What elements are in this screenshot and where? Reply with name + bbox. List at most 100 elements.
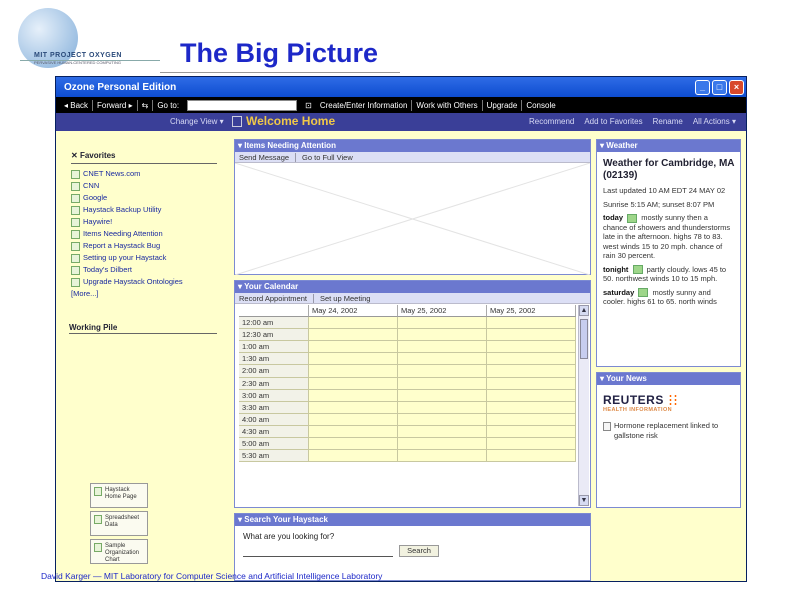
time-slot[interactable]: [487, 317, 576, 330]
time-slot[interactable]: [487, 353, 576, 366]
calendar-toolbar: Record Appointment Set up Meeting: [235, 293, 590, 304]
time-slot[interactable]: [487, 438, 576, 451]
weather-location: Weather for Cambridge, MA (02139): [603, 158, 735, 181]
page-title: Welcome Home: [246, 114, 336, 128]
window-titlebar: Ozone Personal Edition _ □ ×: [56, 77, 746, 97]
refresh-icon[interactable]: ⇆: [138, 101, 153, 110]
news-title: Your News: [606, 374, 647, 383]
reuters-subtitle: HEALTH INFORMATION: [603, 407, 673, 413]
working-pile-item[interactable]: Sample Organization Chart: [90, 539, 148, 564]
minimize-button[interactable]: _: [695, 79, 710, 95]
time-slot[interactable]: [487, 341, 576, 354]
calendar-row: 4:00 am: [239, 413, 577, 426]
time-slot[interactable]: [487, 450, 576, 463]
time-slot[interactable]: [309, 401, 398, 414]
time-slot[interactable]: [309, 438, 398, 451]
send-message-button[interactable]: Send Message: [239, 153, 289, 162]
time-slot[interactable]: [398, 353, 487, 366]
favorite-item[interactable]: CNN: [71, 180, 183, 192]
menu-work-with-others[interactable]: Work with Others: [412, 101, 481, 110]
favorite-item[interactable]: Setting up your Haystack: [71, 252, 183, 264]
time-slot[interactable]: [487, 413, 576, 426]
favorite-item[interactable]: Haystack Backup Utility: [71, 204, 183, 216]
time-slot[interactable]: [309, 353, 398, 366]
scroll-thumb[interactable]: [580, 319, 588, 359]
close-button[interactable]: ×: [729, 79, 744, 95]
time-slot[interactable]: [398, 450, 487, 463]
time-slot[interactable]: [309, 329, 398, 342]
time-slot[interactable]: [398, 389, 487, 402]
goto-input[interactable]: [187, 99, 298, 111]
change-view-button[interactable]: Change View ▾: [170, 117, 224, 126]
calendar-scrollbar[interactable]: ▲ ▼: [578, 305, 589, 506]
all-actions-button[interactable]: All Actions ▾: [693, 117, 736, 126]
create-icon[interactable]: ⊡: [301, 101, 316, 110]
time-slot[interactable]: [309, 425, 398, 439]
empty-placeholder-icon: [235, 163, 590, 275]
slide-title: The Big Picture: [180, 38, 379, 68]
time-slot[interactable]: [398, 317, 487, 330]
favorite-item[interactable]: Google: [71, 192, 183, 204]
time-slot[interactable]: [398, 329, 487, 342]
set-up-meeting-button[interactable]: Set up Meeting: [320, 294, 370, 303]
time-slot[interactable]: [398, 377, 487, 390]
news-item[interactable]: Hormone replacement linked to gallstone …: [603, 421, 734, 440]
close-icon[interactable]: ✕: [71, 151, 78, 160]
time-slot[interactable]: [309, 450, 398, 463]
favorites-more-link[interactable]: [More...]: [71, 288, 183, 300]
time-slot[interactable]: [398, 438, 487, 451]
working-pile-item[interactable]: Haystack Home Page: [90, 483, 148, 508]
add-to-favorites-button[interactable]: Add to Favorites: [584, 117, 642, 126]
time-slot[interactable]: [309, 317, 398, 330]
time-slot[interactable]: [398, 425, 487, 439]
maximize-button[interactable]: □: [712, 79, 727, 95]
time-slot[interactable]: [309, 377, 398, 390]
time-slot[interactable]: [487, 377, 576, 390]
go-to-full-view-button[interactable]: Go to Full View: [302, 153, 353, 162]
favorite-item[interactable]: Items Needing Attention: [71, 228, 183, 240]
scroll-up-icon[interactable]: ▲: [579, 305, 589, 316]
time-slot[interactable]: [309, 341, 398, 354]
time-slot[interactable]: [487, 401, 576, 414]
time-slot[interactable]: [398, 413, 487, 426]
favorite-item[interactable]: Upgrade Haystack Ontologies: [71, 276, 183, 288]
favorite-label: Setting up your Haystack: [83, 253, 167, 262]
time-slot[interactable]: [487, 329, 576, 342]
scroll-down-icon[interactable]: ▼: [579, 495, 589, 506]
time-slot[interactable]: [487, 365, 576, 378]
working-pile-label: Haystack Home Page: [105, 487, 137, 500]
favorite-item[interactable]: Today's Dilbert: [71, 264, 183, 276]
working-pile-item[interactable]: Spreadsheet Data: [90, 511, 148, 536]
record-appointment-button[interactable]: Record Appointment: [239, 294, 307, 303]
news-headline: Hormone replacement linked to gallstone …: [614, 421, 719, 440]
calendar-row: 2:00 am: [239, 365, 577, 378]
time-slot[interactable]: [398, 365, 487, 378]
search-input[interactable]: [243, 547, 393, 557]
time-slot[interactable]: [309, 413, 398, 426]
time-slot[interactable]: [398, 341, 487, 354]
rename-button[interactable]: Rename: [653, 117, 683, 126]
favorite-item[interactable]: CNET News.com: [71, 168, 183, 180]
time-slot[interactable]: [309, 389, 398, 402]
time-slot[interactable]: [487, 389, 576, 402]
search-title: Search Your Haystack: [244, 515, 328, 524]
calendar-header: ▾ Your Calendar: [235, 281, 590, 293]
calendar-row: 5:00 am: [239, 438, 577, 451]
news-panel: ▾ Your News REUTERS HEALTH INFORMATION H…: [596, 372, 741, 508]
search-button[interactable]: Search: [399, 545, 439, 557]
time-slot[interactable]: [487, 425, 576, 439]
recommend-button[interactable]: Recommend: [529, 117, 574, 126]
slide: MIT PROJECT OXYGEN PERVASIVE HUMAN-CENTE…: [0, 0, 791, 593]
menu-upgrade[interactable]: Upgrade: [483, 101, 522, 110]
back-button[interactable]: ◂ Back: [60, 101, 92, 110]
favorite-item[interactable]: Haywire!: [71, 216, 183, 228]
favorite-item[interactable]: Report a Haystack Bug: [71, 240, 183, 252]
menu-create[interactable]: Create/Enter Information: [316, 101, 412, 110]
attention-panel: ▾ Items Needing Attention Send Message G…: [234, 139, 591, 275]
forward-button[interactable]: Forward ▸: [93, 101, 137, 110]
menu-console[interactable]: Console: [522, 101, 559, 110]
time-slot[interactable]: [309, 365, 398, 378]
favorite-label: Haystack Backup Utility: [83, 205, 162, 214]
title-rule: [160, 72, 400, 73]
time-slot[interactable]: [398, 401, 487, 414]
